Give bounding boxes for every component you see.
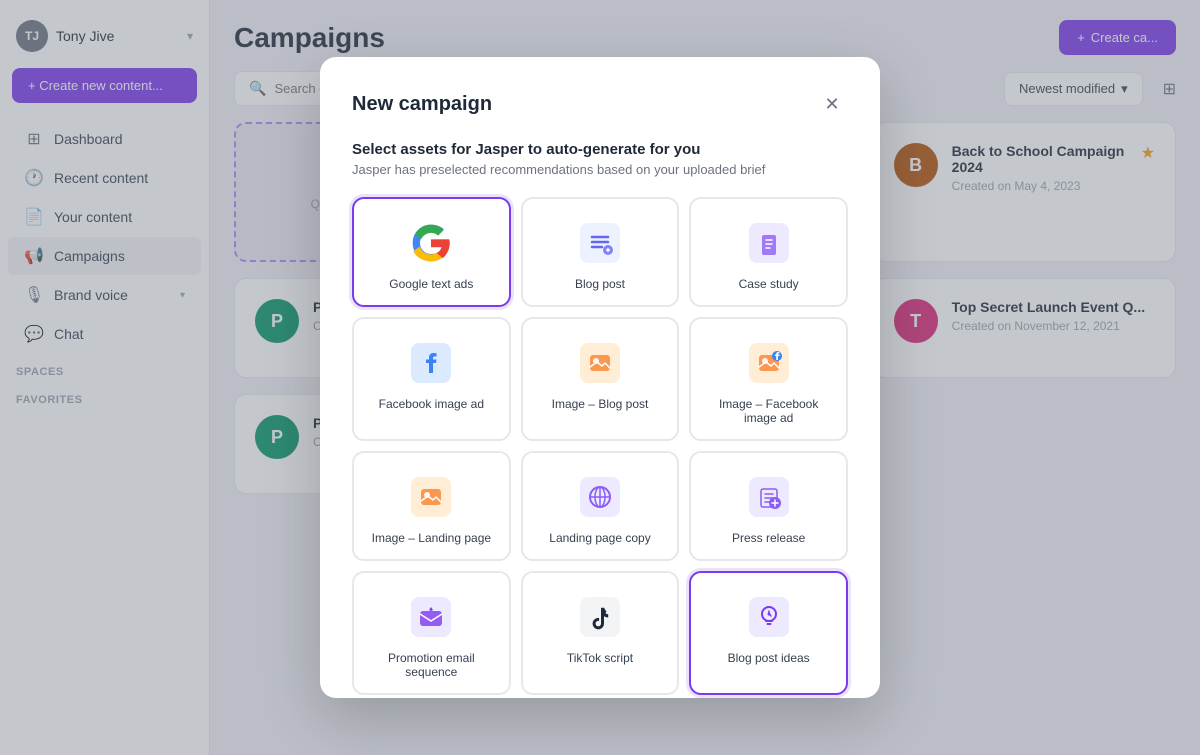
blog-post-icon [576, 219, 624, 267]
asset-label: Case study [739, 277, 799, 291]
image-blog-icon [576, 339, 624, 387]
modal-title: New campaign [352, 93, 492, 116]
facebook-icon [407, 339, 455, 387]
asset-card-google-text-ads[interactable]: Google text ads [352, 197, 511, 307]
asset-card-blog-post[interactable]: Blog post [521, 197, 680, 307]
asset-label: Google text ads [389, 277, 473, 291]
asset-label: Blog post [575, 277, 625, 291]
asset-card-image-landing-page[interactable]: Image – Landing page [352, 451, 511, 561]
asset-card-image-blog-post[interactable]: Image – Blog post [521, 317, 680, 441]
new-campaign-modal: New campaign ✕ Select assets for Jasper … [320, 57, 880, 699]
press-release-icon [745, 473, 793, 521]
asset-label: Image – Landing page [372, 531, 491, 545]
asset-card-facebook-image-ad[interactable]: Facebook image ad [352, 317, 511, 441]
asset-label: Image – Facebook image ad [703, 397, 834, 425]
modal-header: New campaign ✕ [352, 89, 848, 121]
asset-card-case-study[interactable]: Case study [689, 197, 848, 307]
asset-label: Facebook image ad [379, 397, 484, 411]
image-facebook-icon [745, 339, 793, 387]
asset-card-promotion-email-sequence[interactable]: Promotion email sequence [352, 571, 511, 695]
google-icon [407, 219, 455, 267]
modal-overlay[interactable]: New campaign ✕ Select assets for Jasper … [0, 0, 1200, 755]
asset-label: Image – Blog post [552, 397, 649, 411]
asset-card-image-facebook-image-ad[interactable]: Image – Facebook image ad [689, 317, 848, 441]
asset-label: TikTok script [567, 651, 633, 665]
asset-label: Press release [732, 531, 805, 545]
case-study-icon [745, 219, 793, 267]
asset-card-press-release[interactable]: Press release [689, 451, 848, 561]
asset-card-tiktok-script[interactable]: TikTok script [521, 571, 680, 695]
asset-card-blog-post-ideas[interactable]: Blog post ideas [689, 571, 848, 695]
assets-grid: Google text ads Blog post [352, 197, 848, 695]
landing-page-icon [576, 473, 624, 521]
asset-label: Blog post ideas [728, 651, 810, 665]
image-landing-icon [407, 473, 455, 521]
asset-label: Promotion email sequence [366, 651, 497, 679]
promo-email-icon [407, 593, 455, 641]
close-button[interactable]: ✕ [816, 89, 848, 121]
tiktok-icon [576, 593, 624, 641]
modal-description: Jasper has preselected recommendations b… [352, 162, 848, 177]
blog-ideas-icon [745, 593, 793, 641]
asset-card-landing-page-copy[interactable]: Landing page copy [521, 451, 680, 561]
asset-label: Landing page copy [549, 531, 650, 545]
modal-subtitle: Select assets for Jasper to auto-generat… [352, 141, 848, 158]
